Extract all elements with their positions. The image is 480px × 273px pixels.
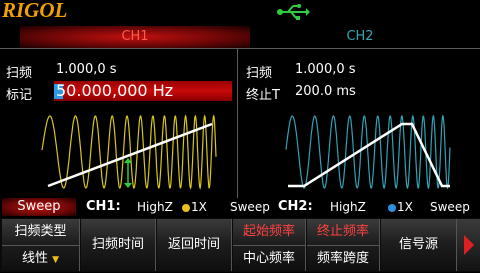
- return-time-button[interactable]: 返回时间: [157, 219, 232, 271]
- ch1-waveform: [41, 114, 217, 190]
- ch1-sweep-label: 扫频: [6, 66, 33, 81]
- marker-value[interactable]: 50.000,000 Hz: [56, 81, 173, 101]
- ch2-waveform: [285, 114, 451, 190]
- freq-span-label: 频率跨度: [316, 251, 369, 266]
- ch1-frequency-ramp: [47, 122, 213, 188]
- channel-divider: [237, 48, 238, 198]
- mode-indicator: Sweep: [2, 198, 76, 216]
- ch2-status-label: CH2:: [278, 199, 313, 214]
- usb-icon: [277, 4, 310, 20]
- ch2-impedance: HighZ: [330, 200, 366, 214]
- center-freq-label: 中心频率: [242, 251, 295, 266]
- ch1-status-label: CH1:: [86, 199, 121, 214]
- start-center-freq-button[interactable]: 起始频率 中心频率: [233, 219, 306, 271]
- marker-arrow-down: [124, 183, 132, 188]
- sweep-type-label: 扫频类型: [2, 219, 79, 246]
- ch2-probe-text: 1X: [397, 200, 413, 214]
- ch1-sweep-value[interactable]: 1.000,0 s: [56, 62, 117, 77]
- ch2-sweep-value[interactable]: 1.000,0 s: [295, 62, 356, 77]
- start-freq-label: 起始频率: [233, 219, 305, 246]
- ch2-stop-value[interactable]: 200.0 ms: [295, 84, 356, 99]
- stop-span-freq-button[interactable]: 终止频率 频率跨度: [307, 219, 380, 271]
- stop-freq-label: 终止频率: [307, 219, 379, 246]
- panel-divider: [0, 48, 480, 49]
- ch1-marker-label: 标记: [6, 88, 33, 103]
- ch2-stop-label: 终止T: [246, 88, 280, 103]
- tab-ch1[interactable]: CH1: [20, 26, 250, 48]
- ch1-impedance: HighZ: [137, 200, 173, 214]
- signal-source-label: 信号源: [398, 237, 438, 252]
- signal-source-button[interactable]: 信号源: [381, 219, 457, 271]
- ch1-probe: 1X: [182, 199, 207, 215]
- ch2-probe: 1X: [388, 199, 413, 215]
- dropdown-arrow-icon: ▼: [52, 255, 60, 265]
- ch1-mode: Sweep: [230, 200, 270, 214]
- ch2-sweep-label: 扫频: [246, 66, 273, 81]
- ch1-probe-text: 1X: [191, 200, 207, 214]
- ch1-dot-icon: [182, 203, 190, 212]
- sweep-type-value: 线性 ▼: [21, 251, 60, 266]
- ch2-mode: Sweep: [430, 200, 470, 214]
- next-page-arrow-icon[interactable]: [457, 219, 480, 271]
- rigol-logo: RIGOL: [2, 0, 68, 22]
- sweep-type-button[interactable]: 扫频类型 线性 ▼: [2, 219, 80, 271]
- ch2-dot-icon: [388, 203, 396, 212]
- return-time-label: 返回时间: [167, 237, 220, 252]
- sweep-time-button[interactable]: 扫频时间: [81, 219, 156, 271]
- tab-ch2[interactable]: CH2: [245, 26, 475, 48]
- sweep-time-label: 扫频时间: [91, 237, 144, 252]
